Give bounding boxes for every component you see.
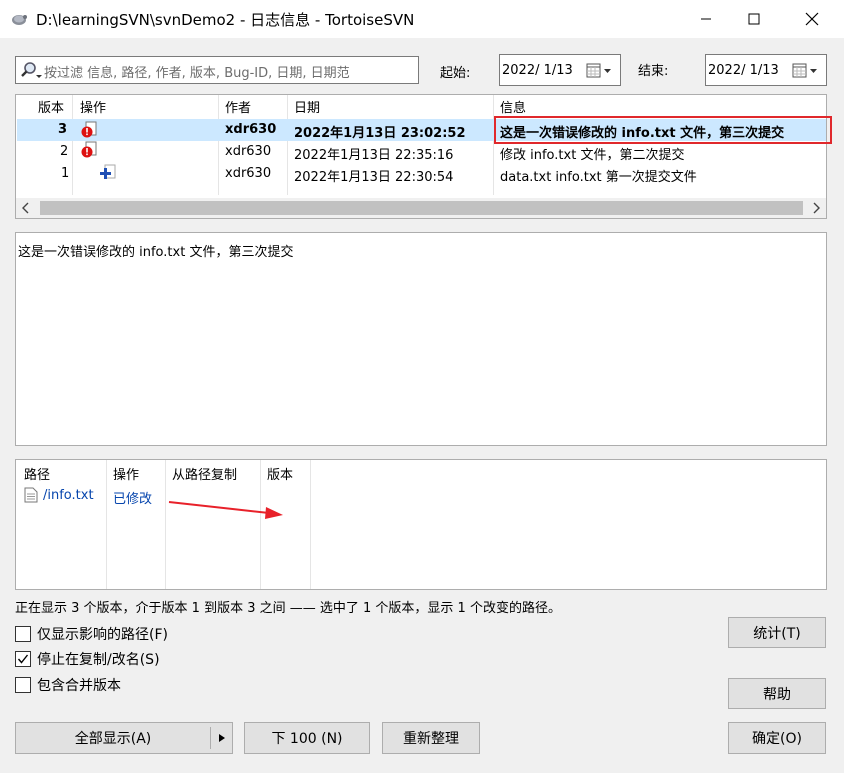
filter-placeholder: 按过滤 信息, 路径, 作者, 版本, Bug-ID, 日期, 日期范 (44, 66, 350, 81)
status-text: 正在显示 3 个版本，介于版本 1 到版本 3 之间 —— 选中了 1 个版本，… (15, 601, 561, 616)
title-bar: D:\learningSVN\svnDemo2 - 日志信息 - Tortois… (0, 0, 844, 38)
revision-number: 2 (60, 144, 69, 159)
minimize-icon (701, 18, 711, 20)
show-all-split-button[interactable]: 全部显示(A) (15, 722, 233, 754)
revision-number: 3 (58, 122, 68, 137)
stop-on-copy-label: 停止在复制/改名(S) (37, 652, 160, 668)
column-divider[interactable] (165, 460, 166, 589)
column-divider[interactable] (260, 460, 261, 589)
to-date-label: 结束: (638, 64, 669, 79)
highlight-annotation-box (494, 116, 832, 144)
stop-on-copy-checkbox[interactable] (15, 651, 31, 667)
column-header-author[interactable]: 作者 (219, 95, 251, 117)
to-date-picker[interactable]: 2022/ 1/13 (705, 54, 827, 86)
only-affected-paths-checkbox[interactable] (15, 626, 31, 642)
scroll-right-icon[interactable] (811, 202, 821, 214)
column-header-date[interactable]: 日期 (288, 95, 320, 117)
changed-paths-list[interactable]: 路径 操作 从路径复制 版本 /info.txt 已修改 (15, 459, 827, 590)
from-date-value: 2022/ 1/13 (502, 63, 573, 78)
added-icon (100, 164, 116, 179)
checkmark-icon (17, 654, 29, 664)
revision-author: xdr630 (225, 144, 272, 159)
revision-row[interactable]: 2 xdr630 2022年1月13日 22:35:16 修改 info.txt… (17, 141, 826, 163)
statistics-button[interactable]: 统计(T) (728, 617, 826, 648)
split-divider (210, 727, 211, 749)
modified-icon (81, 121, 97, 138)
maximize-icon (748, 13, 760, 25)
log-message-pane[interactable]: 这是一次错误修改的 info.txt 文件，第三次提交 (15, 232, 827, 446)
include-merged-label: 包含合并版本 (37, 678, 121, 694)
from-date-picker[interactable]: 2022/ 1/13 (499, 54, 621, 86)
ok-button[interactable]: 确定(O) (728, 722, 826, 754)
revision-date: 2022年1月13日 23:02:52 (294, 126, 466, 141)
close-icon (805, 12, 819, 26)
path-row[interactable]: /info.txt 已修改 (16, 485, 826, 507)
column-divider[interactable] (106, 460, 107, 589)
to-date-value: 2022/ 1/13 (708, 63, 779, 78)
column-header-action[interactable]: 操作 (74, 95, 106, 117)
include-merged-checkbox[interactable] (15, 677, 31, 693)
tortoise-app-icon (12, 15, 27, 25)
changed-path: /info.txt (43, 488, 94, 503)
column-header-revision[interactable]: 版本 (267, 464, 293, 483)
log-message-text: 这是一次错误修改的 info.txt 文件，第三次提交 (18, 245, 294, 260)
scrollbar-thumb[interactable] (40, 201, 803, 215)
revision-message: data.txt info.txt 第一次提交文件 (500, 170, 697, 185)
filter-search-input[interactable]: 按过滤 信息, 路径, 作者, 版本, Bug-ID, 日期, 日期范 (15, 56, 419, 84)
minimize-button[interactable] (683, 0, 729, 38)
column-header-path[interactable]: 路径 (24, 464, 50, 483)
show-all-button-label[interactable]: 全部显示(A) (16, 728, 210, 748)
horizontal-scrollbar[interactable] (16, 198, 826, 218)
window-title: D:\learningSVN\svnDemo2 - 日志信息 - Tortois… (36, 11, 415, 29)
calendar-dropdown-icon[interactable] (586, 63, 612, 79)
revision-author: xdr630 (225, 166, 272, 181)
revision-author: xdr630 (225, 122, 277, 137)
column-divider[interactable] (310, 460, 311, 589)
refresh-button[interactable]: 重新整理 (382, 722, 480, 754)
revision-number: 1 (61, 166, 70, 181)
calendar-dropdown-icon[interactable] (792, 63, 818, 79)
file-icon (24, 487, 38, 503)
from-date-label: 起始: (440, 66, 471, 81)
column-header-copy-from[interactable]: 从路径复制 (172, 464, 237, 483)
column-header-message[interactable]: 信息 (494, 95, 526, 117)
scroll-left-icon[interactable] (21, 202, 31, 214)
stop-on-copy-option[interactable]: 停止在复制/改名(S) (15, 649, 160, 669)
include-merged-option[interactable]: 包含合并版本 (15, 675, 121, 695)
revision-row[interactable]: 1 xdr630 2022年1月13日 22:30:54 data.txt in… (17, 163, 826, 185)
close-button[interactable] (789, 0, 835, 38)
help-button[interactable]: 帮助 (728, 678, 826, 709)
changed-path-action: 已修改 (113, 492, 153, 507)
only-affected-paths-option[interactable]: 仅显示影响的路径(F) (15, 624, 168, 644)
maximize-button[interactable] (731, 0, 777, 38)
red-arrow-annotation (168, 501, 283, 519)
modified-icon (81, 141, 97, 158)
revision-message: 修改 info.txt 文件，第二次提交 (500, 148, 685, 163)
revision-date: 2022年1月13日 22:30:54 (294, 170, 454, 185)
dropdown-arrow-icon[interactable] (218, 733, 226, 743)
next-100-button[interactable]: 下 100 (N) (244, 722, 370, 754)
column-header-action[interactable]: 操作 (113, 464, 139, 483)
only-affected-paths-label: 仅显示影响的路径(F) (37, 627, 168, 643)
revision-date: 2022年1月13日 22:35:16 (294, 148, 454, 163)
column-header-revision[interactable]: 版本 (32, 95, 64, 117)
search-filter-icon[interactable] (19, 60, 43, 80)
